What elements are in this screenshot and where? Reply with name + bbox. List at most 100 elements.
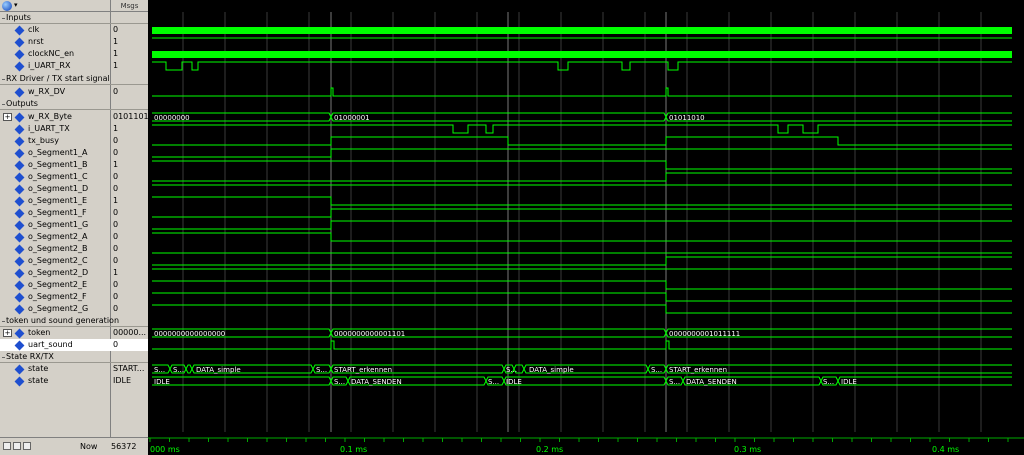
wave-toolbar: ▾ Msgs [0, 0, 148, 12]
signal-value: 0 [113, 232, 119, 241]
signal-row-segment1-b[interactable]: o_Segment1_B 1 [0, 159, 148, 171]
label-state-tx-7: S... [823, 378, 834, 386]
group-rx-driver[interactable]: RX Driver / TX start signal [0, 73, 148, 85]
signal-value: 00000... [113, 328, 147, 337]
signal-name: state [28, 376, 49, 385]
label-state-tx-6: DATA_SENDEN [686, 378, 737, 386]
signal-row-uart-sound[interactable]: uart_sound 0 [0, 339, 148, 351]
signal-diamond-icon [14, 292, 25, 303]
signal-row-segment2-a[interactable]: o_Segment2_A 0 [0, 231, 148, 243]
signal-diamond-icon [14, 256, 25, 267]
wave-s1f [152, 208, 1012, 218]
signal-row-w-rx-dv[interactable]: w_RX_DV 0 [0, 86, 148, 98]
signal-name: o_Segment2_C [28, 256, 88, 265]
signal-name: o_Segment1_G [28, 220, 89, 229]
expand-plus-icon[interactable]: + [3, 329, 12, 337]
signal-diamond-icon [14, 376, 25, 387]
signal-row-clocknc-en[interactable]: clockNC_en 1 [0, 48, 148, 60]
signal-row-w-rx-byte[interactable]: + w_RX_Byte 01011010 [0, 111, 154, 123]
signal-row-tx-busy[interactable]: tx_busy 0 [0, 135, 148, 147]
signal-diamond-icon [14, 280, 25, 291]
label-rx-byte-0: 00000000 [154, 114, 190, 122]
label-state-tx-1: S... [334, 378, 345, 386]
wave-state-tx-top [152, 376, 1012, 383]
signal-row-segment1-g[interactable]: o_Segment1_G 0 [0, 219, 148, 231]
signal-row-segment1-a[interactable]: o_Segment1_A 0 [0, 147, 148, 159]
signal-value: 0 [113, 220, 119, 229]
signal-value: 0 [113, 184, 119, 193]
signal-row-segment2-e[interactable]: o_Segment2_E 0 [0, 279, 148, 291]
globe-icon[interactable] [2, 1, 12, 11]
expand-plus-icon[interactable]: + [3, 113, 12, 121]
signal-diamond-icon [14, 160, 25, 171]
label-state-tx-2: DATA_SENDEN [351, 378, 402, 386]
signal-name: o_Segment2_B [28, 244, 88, 253]
signal-row-segment2-d[interactable]: o_Segment2_D 1 [0, 267, 148, 279]
group-state-rxtx[interactable]: State RX/TX [0, 351, 148, 363]
signal-row-token[interactable]: + token 00000... [0, 327, 148, 339]
label-state-rx-3: S... [316, 366, 327, 374]
signal-value: 1 [113, 37, 119, 46]
wave-state-rx-top [152, 364, 1012, 371]
label-state-rx-8: START_erkennen [669, 366, 727, 374]
cursor-icon[interactable] [13, 442, 21, 450]
signal-value: 1 [113, 160, 119, 169]
signal-name: o_Segment1_B [28, 160, 88, 169]
wave-i-uart-rx [152, 61, 1012, 71]
signal-row-state-tx[interactable]: state IDLE [0, 375, 148, 387]
signal-diamond-icon [14, 25, 25, 36]
signal-value: 1 [113, 268, 119, 277]
wave-s1a [152, 148, 1012, 158]
add-cursor-icon[interactable] [23, 442, 31, 450]
signal-diamond-icon [14, 328, 25, 339]
signal-value: 0 [113, 340, 119, 349]
signal-name: nrst [28, 37, 44, 46]
signal-row-clk[interactable]: clk 0 [0, 24, 148, 36]
group-inputs[interactable]: Inputs [0, 12, 148, 24]
signal-name: o_Segment1_D [28, 184, 89, 193]
timeline-tick-label: 0.1 ms [340, 445, 367, 454]
status-bar: Now 56372 ms [0, 437, 148, 455]
wave-state-rx-bottom [152, 367, 1012, 374]
signal-diamond-icon [14, 244, 25, 255]
signal-value: 0 [113, 280, 119, 289]
signal-row-segment2-c[interactable]: o_Segment2_C 0 [0, 255, 148, 267]
signal-row-segment2-g[interactable]: o_Segment2_G 0 [0, 303, 148, 315]
signal-row-segment1-d[interactable]: o_Segment1_D 0 [0, 183, 148, 195]
zoom-icon[interactable] [3, 442, 11, 450]
label-token-0: 0000000000000000 [154, 330, 225, 338]
signal-row-segment1-e[interactable]: o_Segment1_E 1 [0, 195, 148, 207]
signal-row-i-uart-rx[interactable]: i_UART_RX 1 [0, 60, 148, 72]
signal-name: i_UART_RX [28, 61, 71, 70]
signal-diamond-icon [14, 112, 25, 123]
signal-row-nrst[interactable]: nrst 1 [0, 36, 148, 48]
wave-s1g [152, 220, 1012, 230]
signal-diamond-icon [14, 49, 25, 60]
signal-row-state-rx[interactable]: state START... [0, 363, 148, 375]
signal-name: token [28, 328, 51, 337]
signal-row-segment1-f[interactable]: o_Segment1_F 0 [0, 207, 148, 219]
signal-diamond-icon [14, 148, 25, 159]
group-token-sound[interactable]: token und sound generation [0, 315, 148, 327]
label-state-tx-5: S... [669, 378, 680, 386]
signal-name: o_Segment2_A [28, 232, 88, 241]
chevron-down-icon[interactable]: ▾ [14, 1, 18, 9]
group-line [2, 79, 5, 80]
signal-row-segment1-c[interactable]: o_Segment1_C 0 [0, 171, 148, 183]
waveform-area[interactable]: 00000000 01000001 01011010 0000000000000000… [148, 0, 1024, 455]
signal-diamond-icon [14, 61, 25, 72]
signal-value: START... [113, 364, 145, 373]
signal-row-i-uart-tx[interactable]: i_UART_TX 1 [0, 123, 148, 135]
signal-diamond-icon [14, 172, 25, 183]
signal-name: i_UART_TX [28, 124, 70, 133]
waveform-canvas[interactable]: 00000000 01000001 01011010 0000000000000000… [148, 0, 1024, 455]
now-label: Now [80, 442, 98, 451]
signal-row-segment2-b[interactable]: o_Segment2_B 0 [0, 243, 148, 255]
waveform-labels: 00000000 01000001 01011010 0000000000000000… [150, 114, 959, 454]
group-outputs[interactable]: Outputs [0, 98, 148, 110]
timeline-tick-label: 0.2 ms [536, 445, 563, 454]
signal-value: 0 [113, 292, 119, 301]
label-state-rx-5: S... [506, 366, 517, 374]
label-state-rx-2: DATA_simple [196, 366, 241, 374]
signal-row-segment2-f[interactable]: o_Segment2_F 0 [0, 291, 148, 303]
